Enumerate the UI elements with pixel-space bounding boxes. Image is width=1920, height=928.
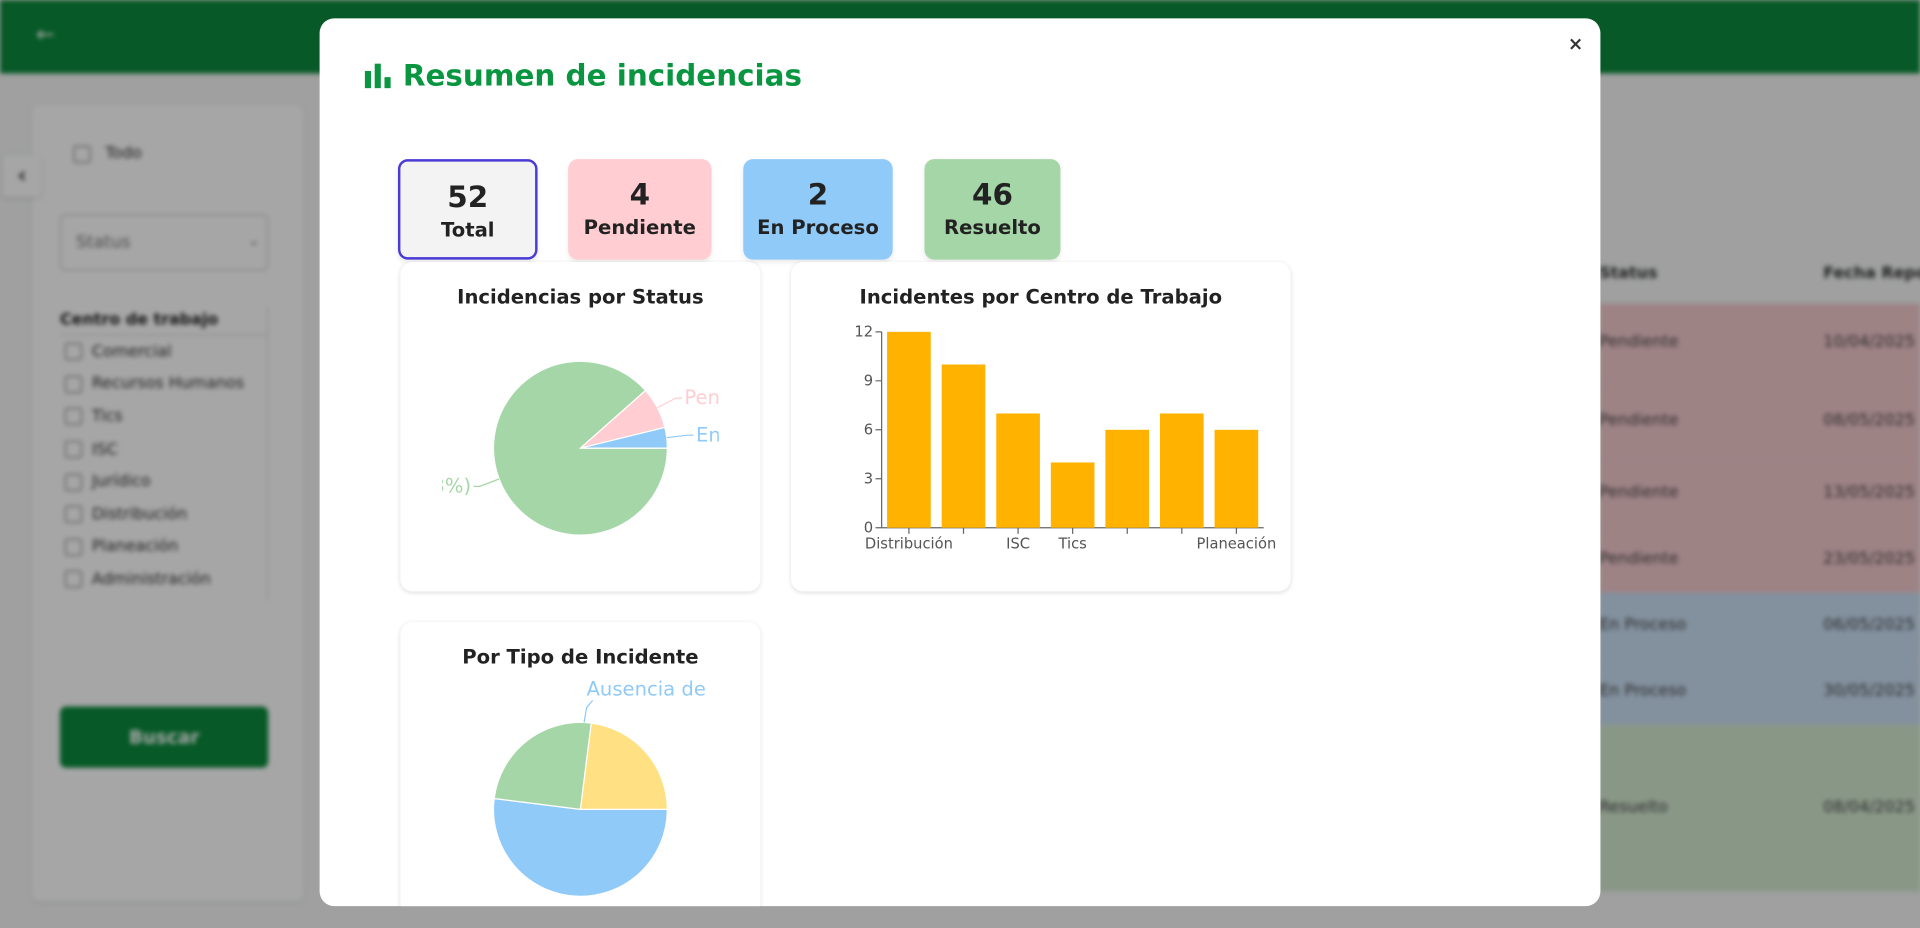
stat-label: Total [440,217,495,242]
modal-title: Resumen de incidencias [364,58,802,94]
status-pie-chart: 3%) Pen En Pr [432,360,747,536]
label-leader-line [657,397,682,409]
pie-slice [493,721,592,811]
stat-label: En Proceso [757,215,879,239]
bar-chart-icon [364,63,391,89]
tipo-pie-card: Por Tipo de Incidente Ausencia de [400,622,761,907]
stat-card-resuelto[interactable]: 46 Resuelto [924,159,1061,260]
summary-modal: × Resumen de incidencias 52 Total 4 Pend… [319,18,1601,907]
stat-label: Pendiente [583,215,696,239]
status-pie-card: Incidencias por Status 3%) Pen En Pr [400,262,761,592]
x-tick-label: Distribución [865,536,953,553]
pie-label: Ausencia de [587,678,706,701]
centro-bar-chart: 0 3 6 9 12 Distribución ISC Tics Planeación [854,324,1277,553]
bar [1214,429,1259,528]
tipo-pie-chart: Ausencia de [492,678,706,897]
stat-card-total[interactable]: 52 Total [397,159,538,260]
stat-value: 46 [972,177,1013,212]
stat-value: 2 [807,177,829,212]
stat-value: 52 [447,180,489,215]
centro-bar-card: Incidentes por Centro de Trabajo 0 3 6 9 12 D… [791,262,1291,592]
pie-label: En Pr [696,423,747,446]
close-icon[interactable]: × [1568,33,1583,55]
bar [887,331,931,528]
label-leader-line [583,700,594,723]
x-tick-label: ISC [1006,536,1030,553]
stat-card-en-proceso[interactable]: 2 En Proceso [743,159,893,260]
x-tick-label: Tics [1057,536,1086,553]
bar [1050,462,1095,528]
stat-label: Resuelto [944,215,1041,239]
y-tick-label: 12 [854,324,873,341]
y-tick-label: 6 [864,422,873,439]
pie-label: 3%) [432,475,471,498]
stat-value: 4 [629,177,651,212]
bar [996,413,1040,528]
bar [1159,413,1204,528]
y-tick-label: 0 [864,520,873,537]
stat-card-pendiente[interactable]: 4 Pendiente [568,159,712,260]
bar [1105,429,1150,528]
x-tick-label: Planeación [1197,536,1277,553]
y-tick-label: 3 [864,471,873,488]
modal-title-text: Resumen de incidencias [402,58,802,94]
app-stage: ← ‹ Todo Status ⌄ Centro de trabajo Come… [0,0,1920,928]
y-tick-label: 9 [864,373,873,390]
label-leader-line [473,478,500,487]
pie-label: Pen [684,386,720,409]
label-leader-line [666,434,694,439]
bar [941,364,986,528]
pie-slice [579,722,668,811]
pie-slice [492,797,668,897]
